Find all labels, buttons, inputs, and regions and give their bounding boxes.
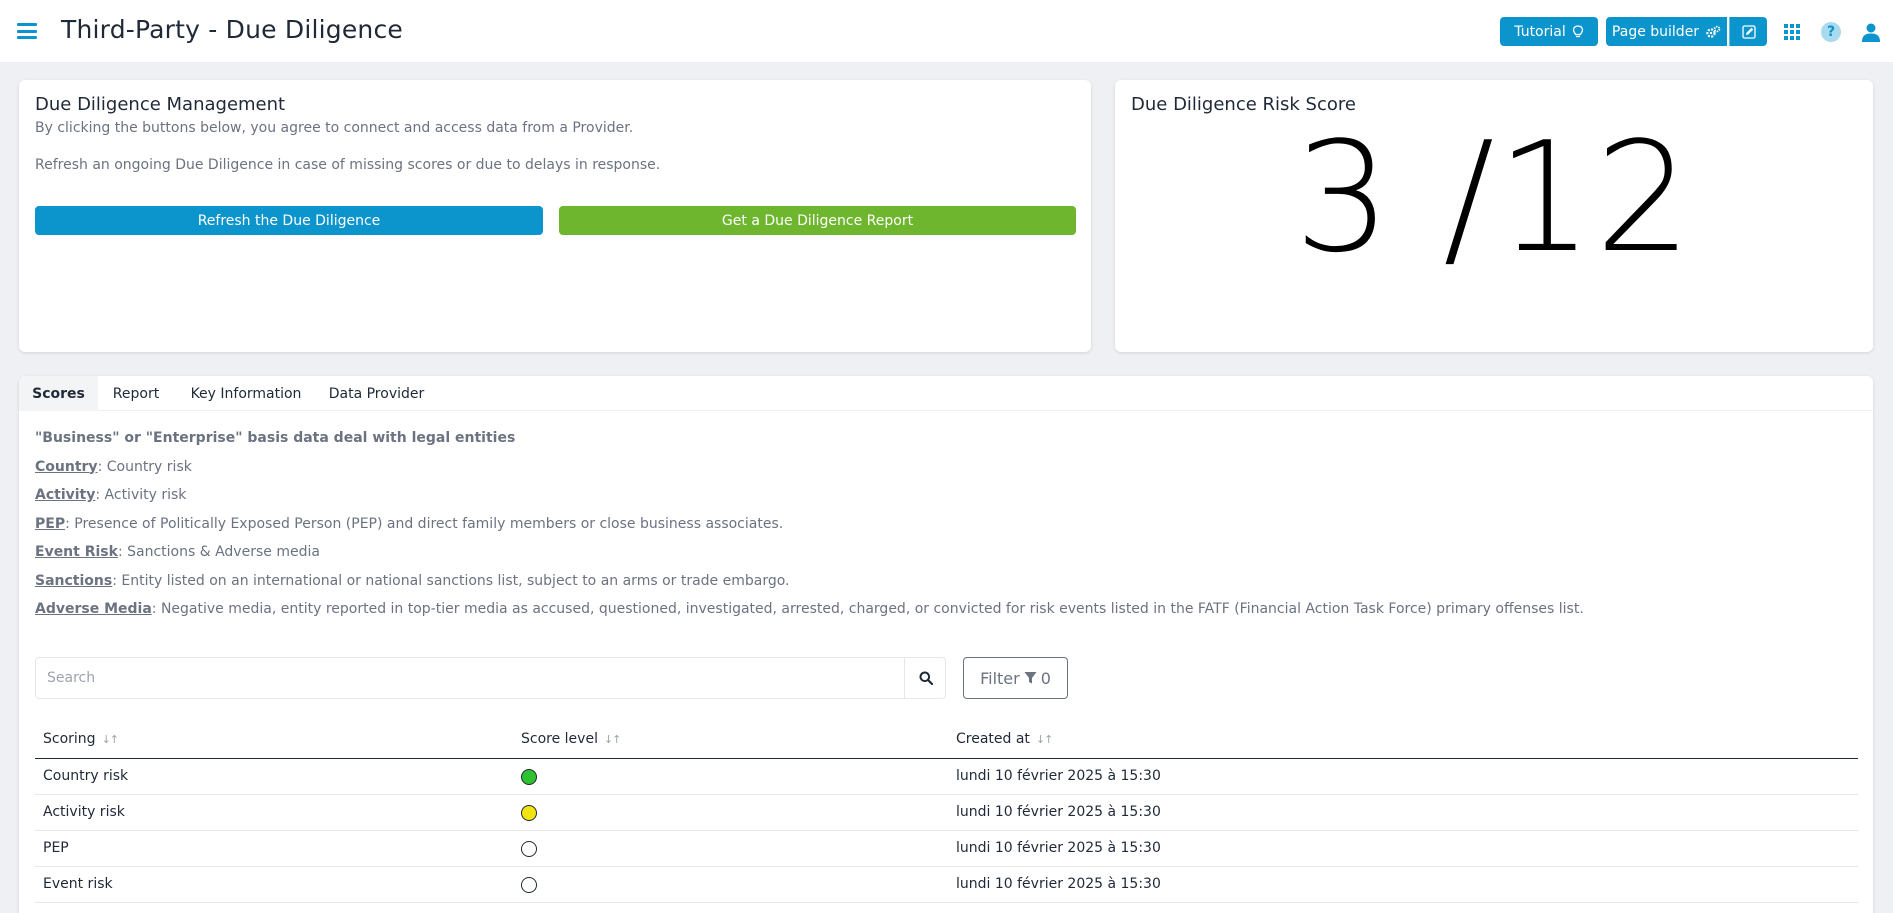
scoring-cell: Event risk (43, 876, 113, 892)
definition-sanctions: Sanctions: Entity listed on an internati… (35, 573, 1584, 602)
definition-pep: PEP: Presence of Politically Exposed Per… (35, 516, 1584, 545)
column-header-scoring[interactable]: Scoring ↓↑ (43, 731, 119, 747)
definition-term-link[interactable]: PEP (35, 516, 65, 532)
gears-icon (1706, 25, 1721, 38)
column-header-label: Scoring (43, 731, 96, 747)
definition-term-link[interactable]: Activity (35, 487, 95, 503)
definition-term-link[interactable]: Event Risk (35, 544, 118, 560)
search-button[interactable] (904, 658, 946, 698)
refresh-due-diligence-button[interactable]: Refresh the Due Diligence (35, 206, 543, 235)
created-at-cell: lundi 10 février 2025 à 15:30 (956, 840, 1161, 856)
column-header-created-at[interactable]: Created at ↓↑ (956, 731, 1053, 747)
management-refresh-note: Refresh an ongoing Due Diligence in case… (35, 157, 661, 173)
search-icon (919, 671, 933, 685)
funnel-icon (1024, 672, 1037, 684)
tab-key-information[interactable]: Key Information (174, 376, 318, 411)
risk-score-card: Due Diligence Risk Score 3 /12 (1115, 80, 1873, 352)
created-at-cell: lundi 10 février 2025 à 15:30 (956, 768, 1161, 784)
definition-event-risk: Event Risk: Sanctions & Adverse media (35, 544, 1584, 573)
sort-icon: ↓↑ (101, 732, 119, 746)
column-header-label: Created at (956, 731, 1030, 747)
definitions-intro: "Business" or "Enterprise" basis data de… (35, 430, 516, 446)
scores-table: Scoring ↓↑ Score level ↓↑ Created at ↓↑ Cou… (35, 722, 1858, 903)
definition-text: : Activity risk (95, 487, 187, 503)
hamburger-menu-icon[interactable] (17, 23, 37, 39)
filter-count: 0 (1040, 668, 1051, 688)
help-glyph: ? (1826, 24, 1836, 40)
scoring-cell: PEP (43, 840, 69, 856)
table-header: Scoring ↓↑ Score level ↓↑ Created at ↓↑ (35, 722, 1858, 759)
table-row[interactable]: Country risk lundi 10 février 2025 à 15:… (35, 759, 1858, 795)
page-title: Third-Party - Due Diligence (61, 15, 403, 44)
filter-button[interactable]: Filter 0 (963, 657, 1068, 699)
table-row[interactable]: PEP lundi 10 février 2025 à 15:30 (35, 831, 1858, 867)
table-row[interactable]: Activity risk lundi 10 février 2025 à 15… (35, 795, 1858, 831)
score-level-indicator (521, 841, 537, 857)
page-builder-button[interactable]: Page builder (1606, 17, 1727, 46)
risk-score-value: 3 /12 (1294, 109, 1694, 286)
score-definitions: "Business" or "Enterprise" basis data de… (35, 430, 1584, 630)
tab-scores[interactable]: Scores (19, 376, 98, 411)
definition-activity: Activity: Activity risk (35, 487, 1584, 516)
created-at-cell: lundi 10 février 2025 à 15:30 (956, 804, 1161, 820)
definition-term-link[interactable]: Country (35, 459, 98, 475)
filter-label: Filter (980, 668, 1020, 688)
management-title: Due Diligence Management (35, 94, 286, 115)
search-box (35, 657, 946, 699)
top-bar: Third-Party - Due Diligence Tutorial Pag… (0, 0, 1893, 62)
pencil-icon (1741, 24, 1756, 39)
search-input[interactable] (36, 658, 904, 698)
score-level-indicator (521, 769, 537, 785)
definition-text: : Sanctions & Adverse media (117, 544, 320, 560)
definition-text: : Entity listed on an international or n… (112, 572, 790, 589)
definition-text: : Negative media, entity reported in top… (151, 601, 1584, 617)
scoring-cell: Country risk (43, 768, 129, 784)
column-header-label: Score level (521, 731, 598, 747)
created-at-cell: lundi 10 février 2025 à 15:30 (956, 876, 1161, 892)
definition-text: : Presence of Politically Exposed Person… (65, 515, 784, 532)
definition-country: Country: Country risk (35, 459, 1584, 488)
get-report-button[interactable]: Get a Due Diligence Report (559, 206, 1076, 235)
definition-term-link[interactable]: Adverse Media (35, 601, 152, 617)
column-header-score-level[interactable]: Score level ↓↑ (521, 731, 621, 747)
management-description: By clicking the buttons below, you agree… (35, 120, 634, 136)
edit-page-button[interactable] (1729, 17, 1767, 46)
tab-report[interactable]: Report (98, 376, 174, 411)
scoring-cell: Activity risk (43, 804, 125, 820)
tab-bar: Scores Report Key Information Data Provi… (19, 376, 1873, 411)
score-level-indicator (521, 877, 537, 893)
table-row[interactable]: Event risk lundi 10 février 2025 à 15:30 (35, 867, 1858, 903)
due-diligence-management-card: Due Diligence Management By clicking the… (19, 80, 1091, 352)
sort-icon: ↓↑ (603, 732, 621, 746)
definition-adverse-media: Adverse Media: Negative media, entity re… (35, 601, 1584, 630)
page-builder-label: Page builder (1611, 23, 1700, 40)
definition-term-link[interactable]: Sanctions (35, 573, 112, 589)
sort-icon: ↓↑ (1035, 732, 1053, 746)
tutorial-label: Tutorial (1514, 23, 1566, 40)
scores-panel: Scores Report Key Information Data Provi… (19, 376, 1873, 913)
user-profile-icon[interactable] (1859, 20, 1883, 44)
score-level-indicator (521, 805, 537, 821)
tutorial-button[interactable]: Tutorial (1500, 17, 1598, 46)
help-icon[interactable]: ? (1819, 20, 1843, 44)
tab-data-provider[interactable]: Data Provider (318, 376, 435, 411)
lightbulb-icon (1572, 24, 1583, 37)
apps-grid-icon[interactable] (1780, 20, 1804, 44)
definition-text: : Country risk (97, 458, 192, 475)
